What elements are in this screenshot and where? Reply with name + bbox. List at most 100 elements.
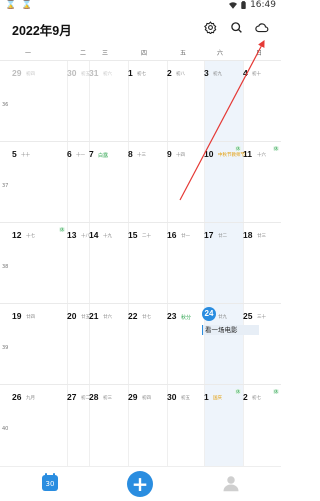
weekday-label: 一 — [24, 50, 31, 57]
weekday-header: 一二三四五六日 — [0, 46, 281, 60]
lunar-label: 十十 — [21, 153, 30, 158]
page-title[interactable]: 2022年9月 — [12, 20, 72, 39]
lunar-label: 廿四 — [26, 315, 35, 320]
day-number: 16 — [167, 230, 177, 240]
day-cell[interactable]: 29 初四 — [128, 385, 167, 466]
day-cell[interactable]: 1 国庆 休 — [204, 385, 243, 466]
day-cell[interactable]: 27 初二 — [67, 385, 90, 466]
status-notification-icons: ⌛ ⌛ — [5, 0, 34, 10]
week-row: 39 19 廿四 20 廿五 21 廿六 22 廿七 23 秋分 24 廿九 看一场电影 25 三十 — [0, 303, 281, 385]
day-number: 20 — [67, 311, 77, 321]
day-cell[interactable]: 19 廿四 — [12, 304, 67, 385]
day-cell[interactable]: 9 十四 — [167, 142, 204, 223]
day-number: 19 — [12, 311, 22, 321]
lunar-label: 初六 — [103, 72, 112, 77]
day-cell[interactable]: 12 十七 休 — [12, 223, 67, 304]
day-cell[interactable]: 30 初五 — [67, 61, 90, 142]
day-cell[interactable]: 20 廿五 — [67, 304, 90, 385]
day-cell[interactable]: 17 廿二 — [204, 223, 243, 304]
day-number: 29 — [128, 392, 138, 402]
cloud-icon[interactable] — [254, 19, 270, 35]
week-number: 39 — [2, 345, 9, 351]
day-cell[interactable]: 24 廿九 看一场电影 — [202, 304, 259, 385]
battery-icon — [241, 1, 246, 9]
day-cell[interactable]: 13 十八 — [67, 223, 90, 304]
holiday-badge: 休 — [273, 389, 279, 394]
lunar-label: 九月 — [26, 396, 35, 401]
day-cell[interactable]: 6 十一 — [67, 142, 89, 223]
day-number: 18 — [243, 230, 253, 240]
day-number: 27 — [67, 392, 77, 402]
day-number: 22 — [128, 311, 138, 321]
day-cell[interactable]: 18 廿三 — [243, 223, 281, 304]
day-cell[interactable]: 25 三十 — [243, 304, 281, 385]
day-cell[interactable]: 15 二十 — [128, 223, 167, 304]
day-number: 25 — [243, 311, 253, 321]
day-number: 17 — [204, 230, 214, 240]
day-cell[interactable]: 7 白露 — [89, 142, 128, 223]
day-cell[interactable]: 5 十十 — [12, 142, 67, 223]
today-date: 24 — [202, 307, 216, 321]
lunar-label: 廿六 — [103, 315, 112, 320]
day-cell[interactable]: 23 秋分 — [167, 304, 204, 385]
lunar-label: 十六 — [257, 153, 266, 158]
holiday-badge: 休 — [235, 389, 241, 394]
week-row: 36 29 初四 30 初五 31 初六 1 初七 2 初八 3 初九 4 初十 — [0, 60, 281, 142]
weekday-label: 五 — [179, 50, 186, 57]
lunar-label: 十九 — [103, 234, 112, 239]
day-number: 1 — [128, 68, 133, 78]
day-cell[interactable]: 4 初十 — [243, 61, 281, 142]
lunar-label: 十一 — [76, 153, 85, 158]
week-number: 37 — [2, 183, 9, 189]
weekday-label: 四 — [140, 50, 147, 57]
day-number: 21 — [89, 311, 99, 321]
day-cell[interactable]: 11 十六 休 — [243, 142, 281, 223]
lunar-label: 廿九 — [218, 315, 227, 320]
day-cell[interactable]: 31 初六 — [89, 61, 128, 142]
weekday-label: 六 — [216, 50, 223, 57]
lunar-label: 廿七 — [142, 315, 151, 320]
day-number: 1 — [204, 392, 209, 402]
day-cell[interactable]: 26 九月 — [12, 385, 67, 466]
lunar-label: 初五 — [181, 396, 190, 401]
lunar-label: 廿三 — [257, 234, 266, 239]
day-cell[interactable]: 22 廿七 — [128, 304, 167, 385]
lunar-label: 国庆 — [213, 396, 222, 401]
day-cell[interactable]: 21 廿六 — [89, 304, 128, 385]
day-cell[interactable]: 14 十九 — [89, 223, 128, 304]
lunar-label: 初四 — [26, 72, 35, 77]
status-time: 16:49 — [250, 0, 276, 10]
lunar-label: 十七 — [26, 234, 35, 239]
weekday-label: 三 — [101, 50, 108, 57]
bottom-nav: 30 + — [0, 466, 281, 501]
day-number: 12 — [12, 230, 22, 240]
lunar-label: 初九 — [213, 72, 222, 77]
day-cell[interactable]: 1 初七 — [128, 61, 167, 142]
profile-icon[interactable] — [222, 474, 240, 492]
day-number: 4 — [243, 68, 248, 78]
day-cell[interactable]: 2 初八 — [167, 61, 204, 142]
lunar-label: 秋分 — [181, 315, 192, 321]
day-number: 15 — [128, 230, 138, 240]
day-cell[interactable]: 3 初九 — [204, 61, 243, 142]
day-cell[interactable]: 10 中秋节教师节 休 — [204, 142, 245, 223]
calendar-tab-icon[interactable]: 30 — [42, 473, 58, 491]
day-number: 30 — [67, 68, 77, 78]
lunar-label: 初四 — [142, 396, 151, 401]
lunar-label: 初七 — [137, 72, 146, 77]
search-icon[interactable] — [228, 19, 244, 35]
day-number: 11 — [243, 149, 252, 159]
lunar-label: 二十 — [142, 234, 151, 239]
day-cell[interactable]: 16 廿一 — [167, 223, 204, 304]
day-number: 2 — [167, 68, 172, 78]
day-cell[interactable]: 8 十三 — [128, 142, 167, 223]
day-cell[interactable]: 2 初七 休 — [243, 385, 281, 466]
day-cell[interactable]: 28 初三 — [89, 385, 128, 466]
day-cell[interactable]: 29 初四 — [12, 61, 67, 142]
day-cell[interactable]: 30 初五 — [167, 385, 204, 466]
day-number: 7 — [89, 149, 94, 159]
add-event-button[interactable]: + — [127, 471, 153, 497]
day-number: 10 — [204, 149, 214, 159]
settings-icon[interactable] — [202, 19, 218, 35]
holiday-badge: 休 — [235, 146, 241, 151]
